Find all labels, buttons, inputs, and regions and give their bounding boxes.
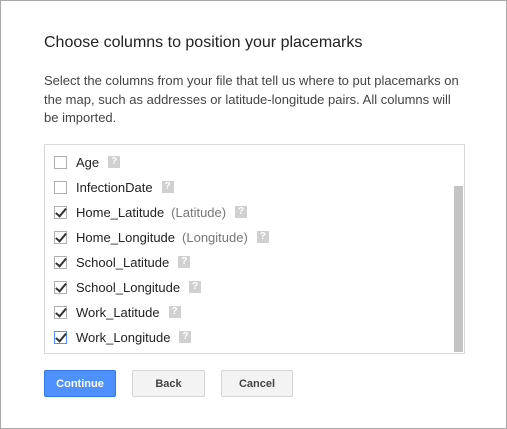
dialog: Choose columns to position your placemar… xyxy=(0,0,507,429)
column-checkbox[interactable] xyxy=(54,230,67,244)
column-checkbox[interactable] xyxy=(54,280,67,294)
help-icon[interactable]: ? xyxy=(256,231,269,243)
column-name: Work_Longitude xyxy=(76,329,171,345)
column-checkbox[interactable] xyxy=(54,205,67,219)
column-checkbox[interactable] xyxy=(54,305,67,319)
column-checkbox[interactable] xyxy=(54,155,67,169)
help-icon[interactable]: ? xyxy=(161,181,174,193)
help-icon[interactable]: ? xyxy=(189,281,202,293)
dialog-title: Choose columns to position your placemar… xyxy=(44,34,363,51)
continue-button[interactable]: Continue xyxy=(44,370,116,397)
column-name: InfectionDate xyxy=(76,179,153,195)
help-icon[interactable]: ? xyxy=(179,331,192,343)
help-icon[interactable]: ? xyxy=(235,206,248,218)
column-row[interactable]: School_Longitude? xyxy=(54,277,202,297)
help-icon[interactable]: ? xyxy=(168,306,181,318)
column-list[interactable]: Age? InfectionDate? Home_Latitude (Latitude… xyxy=(44,144,465,354)
column-checkbox[interactable] xyxy=(54,180,67,194)
dialog-description: Select the columns from your file that t… xyxy=(44,73,459,125)
column-name: Work_Latitude xyxy=(76,304,160,320)
column-row[interactable]: InfectionDate? xyxy=(54,177,174,197)
column-row[interactable]: School_Latitude? xyxy=(54,252,191,272)
list-scrollbar[interactable] xyxy=(454,186,463,352)
back-button[interactable]: Back xyxy=(132,370,205,397)
column-checkbox[interactable] xyxy=(54,330,67,344)
column-checkbox[interactable] xyxy=(54,255,67,269)
column-name: Age xyxy=(76,154,100,170)
cancel-button[interactable]: Cancel xyxy=(221,370,293,397)
column-name: School_Latitude xyxy=(76,254,170,270)
column-name: School_Longitude xyxy=(76,279,181,295)
column-type-hint: (Latitude) xyxy=(171,204,227,220)
column-row[interactable]: Work_Longitude? xyxy=(54,327,192,347)
column-row[interactable]: Home_Latitude (Latitude)? xyxy=(54,202,248,222)
column-name: Home_Longitude xyxy=(76,229,176,245)
column-row[interactable]: Work_Latitude? xyxy=(54,302,181,322)
column-row[interactable]: Age? xyxy=(54,152,121,172)
help-icon[interactable]: ? xyxy=(108,156,121,168)
column-type-hint: (Longitude) xyxy=(182,229,248,245)
help-icon[interactable]: ? xyxy=(178,256,191,268)
column-row[interactable]: Home_Longitude (Longitude)? xyxy=(54,227,269,247)
column-name: Home_Latitude xyxy=(76,204,165,220)
